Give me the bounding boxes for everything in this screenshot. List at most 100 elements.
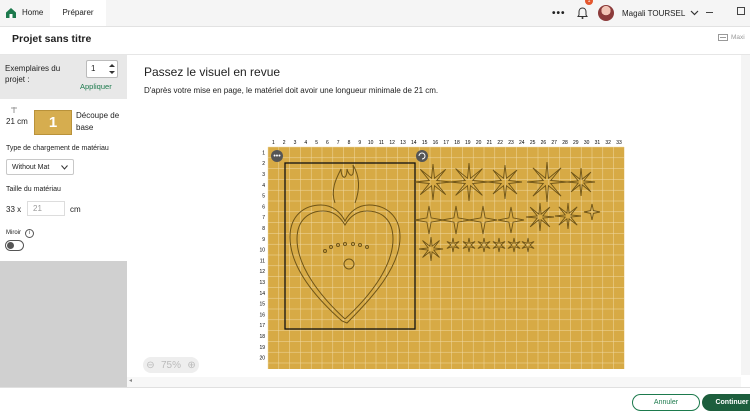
more-menu-button[interactable]: •••: [552, 0, 566, 26]
column-label: 7: [337, 140, 340, 146]
column-label: 31: [595, 140, 601, 146]
column-label: 32: [605, 140, 611, 146]
material-height-input[interactable]: 21: [27, 201, 65, 216]
chevron-down-icon: [690, 10, 699, 16]
apply-link[interactable]: Appliquer: [80, 82, 112, 91]
row-label: 9: [262, 237, 265, 243]
column-ruler: 1 2 3 4 5 6 7 8 9 10 11 12 13 14 15 16 17 18 19 20 21 22 23 24 2…: [272, 140, 622, 146]
column-label: 2: [283, 140, 286, 146]
tab-home-label: Home: [22, 8, 44, 17]
user-menu[interactable]: Magali TOURSEL: [598, 0, 699, 26]
column-label: 14: [411, 140, 417, 146]
row-label: 5: [262, 194, 265, 200]
scroll-left-icon[interactable]: ◂: [129, 377, 132, 384]
column-label: 17: [443, 140, 449, 146]
column-label: 22: [497, 140, 503, 146]
mat-number: 1: [48, 114, 58, 131]
mirror-toggle[interactable]: [5, 240, 24, 251]
row-label: 15: [259, 302, 265, 308]
column-label: 10: [368, 140, 374, 146]
column-label: 9: [358, 140, 361, 146]
column-label: 33: [616, 140, 622, 146]
stepper-arrows-icon[interactable]: [109, 63, 115, 75]
column-label: 23: [508, 140, 514, 146]
review-subtitle: D'après votre mise en page, le matériel …: [144, 86, 439, 95]
mat-length: 21 cm: [6, 117, 28, 126]
column-label: 27: [551, 140, 557, 146]
material-width: 33 x: [6, 205, 22, 214]
column-label: 3: [294, 140, 297, 146]
zoom-out-button[interactable]: ⊖: [146, 360, 154, 371]
material-unit: cm: [70, 205, 81, 214]
sidebar-empty-area: [0, 261, 127, 387]
review-title: Passez le visuel en revue: [144, 65, 281, 79]
zoom-level: 75%: [160, 359, 181, 371]
row-label: 4: [262, 183, 265, 189]
page-title: Projet sans titre: [12, 33, 92, 45]
row-label: 13: [259, 280, 265, 286]
row-label: 14: [259, 291, 265, 297]
continue-button[interactable]: Continuer: [702, 394, 750, 411]
vertical-scrollbar[interactable]: [741, 55, 750, 375]
rotate-icon[interactable]: [416, 150, 428, 162]
row-label: 19: [259, 345, 265, 351]
column-label: 18: [454, 140, 460, 146]
copies-label: Exemplaires du projet :: [5, 64, 61, 84]
avatar: [598, 5, 614, 21]
notifications-button[interactable]: 1: [577, 0, 593, 26]
svg-text:•••: •••: [273, 153, 281, 160]
machine-selector[interactable]: Maxi: [718, 34, 745, 41]
column-label: 24: [519, 140, 525, 146]
column-label: 15: [422, 140, 428, 146]
tab-home[interactable]: Home: [6, 0, 43, 26]
tab-prepare[interactable]: Préparer: [50, 0, 106, 26]
material-size-label: Taille du matériau: [6, 186, 61, 193]
column-label: 19: [465, 140, 471, 146]
copies-value: 1: [91, 64, 96, 73]
column-label: 29: [573, 140, 579, 146]
cancel-button[interactable]: Annuler: [632, 394, 700, 411]
pin-icon: [11, 106, 17, 113]
column-label: 1: [272, 140, 275, 146]
horizontal-scrollbar[interactable]: ◂: [127, 377, 741, 387]
column-label: 25: [530, 140, 536, 146]
row-label: 7: [262, 215, 265, 221]
row-label: 17: [259, 323, 265, 329]
column-label: 4: [304, 140, 307, 146]
tab-prepare-label: Préparer: [62, 8, 94, 17]
row-label: 16: [259, 312, 265, 318]
minimize-icon[interactable]: [706, 12, 713, 13]
row-label: 18: [259, 334, 265, 340]
home-icon: [6, 8, 16, 18]
column-label: 12: [389, 140, 395, 146]
row-label: 8: [262, 226, 265, 232]
row-label: 2: [262, 161, 265, 167]
column-label: 30: [584, 140, 590, 146]
row-label: 12: [259, 269, 265, 275]
mat-preview: 1 2 3 4 5 6 7 8 9 10 11 12 13 14 15 16 17 18 19 20 21 22 23 24 2…: [259, 140, 625, 369]
column-label: 20: [476, 140, 482, 146]
chevron-down-icon: [61, 164, 68, 170]
column-label: 8: [348, 140, 351, 146]
cut-label: Découpe de base: [76, 111, 120, 132]
zoom-control: ⊖ 75% ⊕: [143, 357, 199, 373]
row-label: 6: [262, 204, 265, 210]
info-icon[interactable]: i: [25, 229, 34, 238]
mirror-label: Miroir: [6, 230, 21, 236]
zoom-in-button[interactable]: ⊕: [187, 360, 195, 371]
more-icon: •••: [552, 7, 566, 19]
row-label: 20: [259, 356, 265, 362]
machine-label: Maxi: [731, 34, 745, 41]
loading-type-select[interactable]: Without Mat: [6, 159, 74, 175]
row-label: 1: [262, 150, 265, 156]
copies-stepper[interactable]: 1: [86, 60, 118, 78]
row-label: 10: [259, 248, 265, 254]
maximize-icon[interactable]: [737, 7, 745, 15]
column-label: 11: [379, 140, 384, 146]
row-label: 3: [262, 172, 265, 178]
mat-thumbnail[interactable]: 1: [34, 110, 72, 135]
loading-type-value: Without Mat: [12, 163, 50, 171]
row-ruler: 1234567891011121314151617181920: [259, 150, 265, 361]
row-label: 11: [260, 258, 265, 264]
user-name: Magali TOURSEL: [622, 8, 686, 18]
